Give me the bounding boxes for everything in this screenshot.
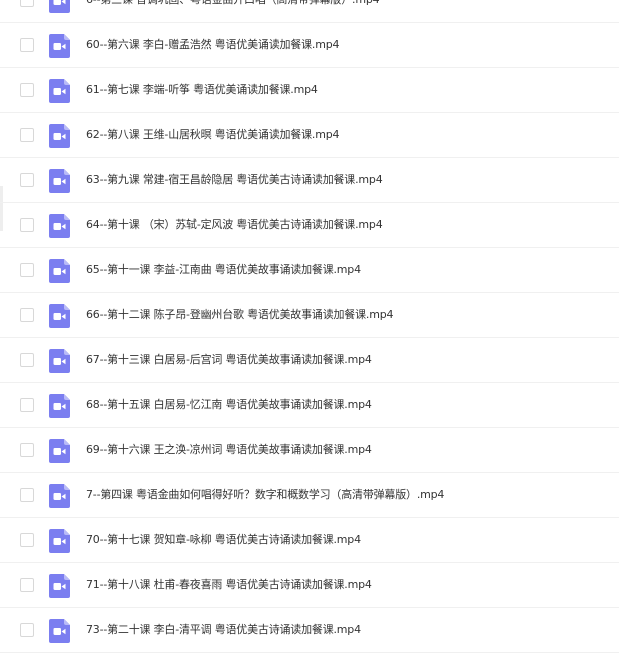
file-name[interactable]: 61--第七课 李端-听筝 粤语优美诵读加餐课.mp4 bbox=[86, 68, 318, 112]
file-name[interactable]: 65--第十一课 李益-江南曲 粤语优美故事诵读加餐课.mp4 bbox=[86, 248, 361, 292]
file-row[interactable]: 65--第十一课 李益-江南曲 粤语优美故事诵读加餐课.mp4 bbox=[0, 248, 619, 293]
row-checkbox[interactable] bbox=[20, 0, 34, 7]
file-row[interactable]: 64--第十课 （宋）苏轼-定风波 粤语优美古诗诵读加餐课.mp4 bbox=[0, 203, 619, 248]
row-checkbox[interactable] bbox=[20, 128, 34, 142]
file-list: 6--第三课 音调巩固、粤语金曲开口唱（高清带弹幕版）.mp4 60--第六课 … bbox=[0, 0, 619, 666]
file-name[interactable]: 63--第九课 常建-宿王昌龄隐居 粤语优美古诗诵读加餐课.mp4 bbox=[86, 158, 383, 202]
video-file-icon bbox=[49, 439, 70, 463]
file-row[interactable]: 73--第二十课 李白-清平调 粤语优美古诗诵读加餐课.mp4 bbox=[0, 608, 619, 653]
file-name[interactable]: 66--第十二课 陈子昂-登幽州台歌 粤语优美故事诵读加餐课.mp4 bbox=[86, 293, 393, 337]
row-checkbox[interactable] bbox=[20, 623, 34, 637]
video-file-icon bbox=[49, 124, 70, 148]
file-row[interactable]: 68--第十五课 白居易-忆江南 粤语优美故事诵读加餐课.mp4 bbox=[0, 383, 619, 428]
video-file-icon bbox=[49, 214, 70, 238]
file-row[interactable]: 7--第四课 粤语金曲如何唱得好听？数字和概数学习（高清带弹幕版）.mp4 bbox=[0, 473, 619, 518]
file-row[interactable]: 61--第七课 李端-听筝 粤语优美诵读加餐课.mp4 bbox=[0, 68, 619, 113]
file-name[interactable]: 7--第四课 粤语金曲如何唱得好听？数字和概数学习（高清带弹幕版）.mp4 bbox=[86, 473, 444, 517]
file-name[interactable]: 64--第十课 （宋）苏轼-定风波 粤语优美古诗诵读加餐课.mp4 bbox=[86, 203, 383, 247]
row-checkbox[interactable] bbox=[20, 443, 34, 457]
file-row[interactable]: 69--第十六课 王之涣-凉州词 粤语优美故事诵读加餐课.mp4 bbox=[0, 428, 619, 473]
row-checkbox[interactable] bbox=[20, 488, 34, 502]
row-checkbox[interactable] bbox=[20, 353, 34, 367]
file-row[interactable]: 70--第十七课 贺知章-咏柳 粤语优美古诗诵读加餐课.mp4 bbox=[0, 518, 619, 563]
video-file-icon bbox=[49, 619, 70, 643]
video-file-icon bbox=[49, 529, 70, 553]
row-checkbox[interactable] bbox=[20, 263, 34, 277]
video-file-icon bbox=[49, 394, 70, 418]
file-row[interactable]: 67--第十三课 白居易-后宫词 粤语优美故事诵读加餐课.mp4 bbox=[0, 338, 619, 383]
video-file-icon bbox=[49, 34, 70, 58]
file-rows: 6--第三课 音调巩固、粤语金曲开口唱（高清带弹幕版）.mp4 60--第六课 … bbox=[0, 0, 619, 653]
row-checkbox[interactable] bbox=[20, 173, 34, 187]
file-name[interactable]: 67--第十三课 白居易-后宫词 粤语优美故事诵读加餐课.mp4 bbox=[86, 338, 372, 382]
video-file-icon bbox=[49, 349, 70, 373]
row-checkbox[interactable] bbox=[20, 578, 34, 592]
video-file-icon bbox=[49, 0, 70, 13]
row-checkbox[interactable] bbox=[20, 308, 34, 322]
file-name[interactable]: 6--第三课 音调巩固、粤语金曲开口唱（高清带弹幕版）.mp4 bbox=[86, 0, 380, 22]
row-checkbox[interactable] bbox=[20, 83, 34, 97]
file-row[interactable]: 63--第九课 常建-宿王昌龄隐居 粤语优美古诗诵读加餐课.mp4 bbox=[0, 158, 619, 203]
video-file-icon bbox=[49, 79, 70, 103]
file-name[interactable]: 70--第十七课 贺知章-咏柳 粤语优美古诗诵读加餐课.mp4 bbox=[86, 518, 361, 562]
file-name[interactable]: 69--第十六课 王之涣-凉州词 粤语优美故事诵读加餐课.mp4 bbox=[86, 428, 372, 472]
file-name[interactable]: 73--第二十课 李白-清平调 粤语优美古诗诵读加餐课.mp4 bbox=[86, 608, 361, 652]
file-row[interactable]: 62--第八课 王维-山居秋暝 粤语优美诵读加餐课.mp4 bbox=[0, 113, 619, 158]
file-name[interactable]: 68--第十五课 白居易-忆江南 粤语优美故事诵读加餐课.mp4 bbox=[86, 383, 372, 427]
row-checkbox[interactable] bbox=[20, 218, 34, 232]
file-row[interactable]: 6--第三课 音调巩固、粤语金曲开口唱（高清带弹幕版）.mp4 bbox=[0, 0, 619, 23]
video-file-icon bbox=[49, 574, 70, 598]
video-file-icon bbox=[49, 259, 70, 283]
video-file-icon bbox=[49, 169, 70, 193]
file-name[interactable]: 60--第六课 李白-赠孟浩然 粤语优美诵读加餐课.mp4 bbox=[86, 23, 339, 67]
row-checkbox[interactable] bbox=[20, 533, 34, 547]
file-row[interactable]: 60--第六课 李白-赠孟浩然 粤语优美诵读加餐课.mp4 bbox=[0, 23, 619, 68]
row-checkbox[interactable] bbox=[20, 38, 34, 52]
file-name[interactable]: 71--第十八课 杜甫-春夜喜雨 粤语优美古诗诵读加餐课.mp4 bbox=[86, 563, 372, 607]
video-file-icon bbox=[49, 484, 70, 508]
file-row[interactable]: 71--第十八课 杜甫-春夜喜雨 粤语优美古诗诵读加餐课.mp4 bbox=[0, 563, 619, 608]
file-row[interactable]: 66--第十二课 陈子昂-登幽州台歌 粤语优美故事诵读加餐课.mp4 bbox=[0, 293, 619, 338]
file-name[interactable]: 62--第八课 王维-山居秋暝 粤语优美诵读加餐课.mp4 bbox=[86, 113, 339, 157]
video-file-icon bbox=[49, 304, 70, 328]
row-checkbox[interactable] bbox=[20, 398, 34, 412]
